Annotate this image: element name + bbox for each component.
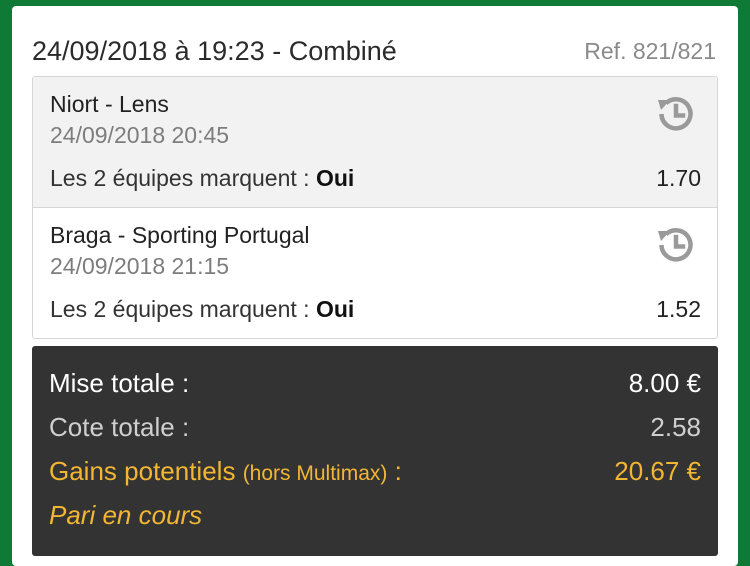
history-icon[interactable] [653,91,699,137]
total-odds-value: 2.58 [650,412,701,442]
selection-market: Les 2 équipes marquent : Oui [50,165,354,192]
selection-match: Niort - Lens [50,91,169,117]
bet-card: 24/09/2018 à 19:23 - Combiné Ref. 821/82… [12,6,738,566]
bet-header: 24/09/2018 à 19:23 - Combiné Ref. 821/82… [32,36,718,70]
selection-odds: 1.52 [656,296,701,322]
stake-row: Mise totale : 8.00 € [49,368,701,402]
selection-market-choice: Oui [315,296,355,322]
bet-reference: Ref. 821/821 [584,38,716,64]
stake-value: 8.00 € [628,368,701,398]
total-odds-label: Cote totale : [49,412,190,442]
selection-datetime: 24/09/2018 20:45 [50,122,230,148]
potential-gains-label: Gains potentiels (hors Multimax) : [49,456,402,487]
selection-market: Les 2 équipes marquent : Oui [50,296,354,323]
bet-title: 24/09/2018 à 19:23 - Combiné [32,36,397,66]
potential-gains-colon: : [387,456,402,486]
selection-market-label: Les 2 équipes marquent : [50,165,316,191]
potential-gains-text: Gains potentiels [49,456,236,486]
stake-label: Mise totale : [49,368,190,398]
potential-gains-row: Gains potentiels (hors Multimax) : 20.67… [49,456,701,490]
history-icon[interactable] [653,222,699,268]
selection-market-choice: Oui [315,165,355,191]
potential-gains-note: (hors Multimax) [242,462,388,485]
selection-match: Braga - Sporting Portugal [50,222,310,248]
selection-item[interactable]: Braga - Sporting Portugal 24/09/2018 21:… [33,207,717,338]
selection-item[interactable]: Niort - Lens 24/09/2018 20:45 Les 2 équi… [33,77,717,207]
total-odds-row: Cote totale : 2.58 [49,412,701,446]
selection-odds: 1.70 [656,165,701,191]
bet-summary: Mise totale : 8.00 € Cote totale : 2.58 … [32,346,718,556]
bet-status: Pari en cours [49,500,203,530]
selections-list: Niort - Lens 24/09/2018 20:45 Les 2 équi… [32,76,718,339]
selection-market-label: Les 2 équipes marquent : [50,296,316,322]
potential-gains-value: 20.67 € [614,456,701,486]
selection-datetime: 24/09/2018 21:15 [50,253,230,279]
